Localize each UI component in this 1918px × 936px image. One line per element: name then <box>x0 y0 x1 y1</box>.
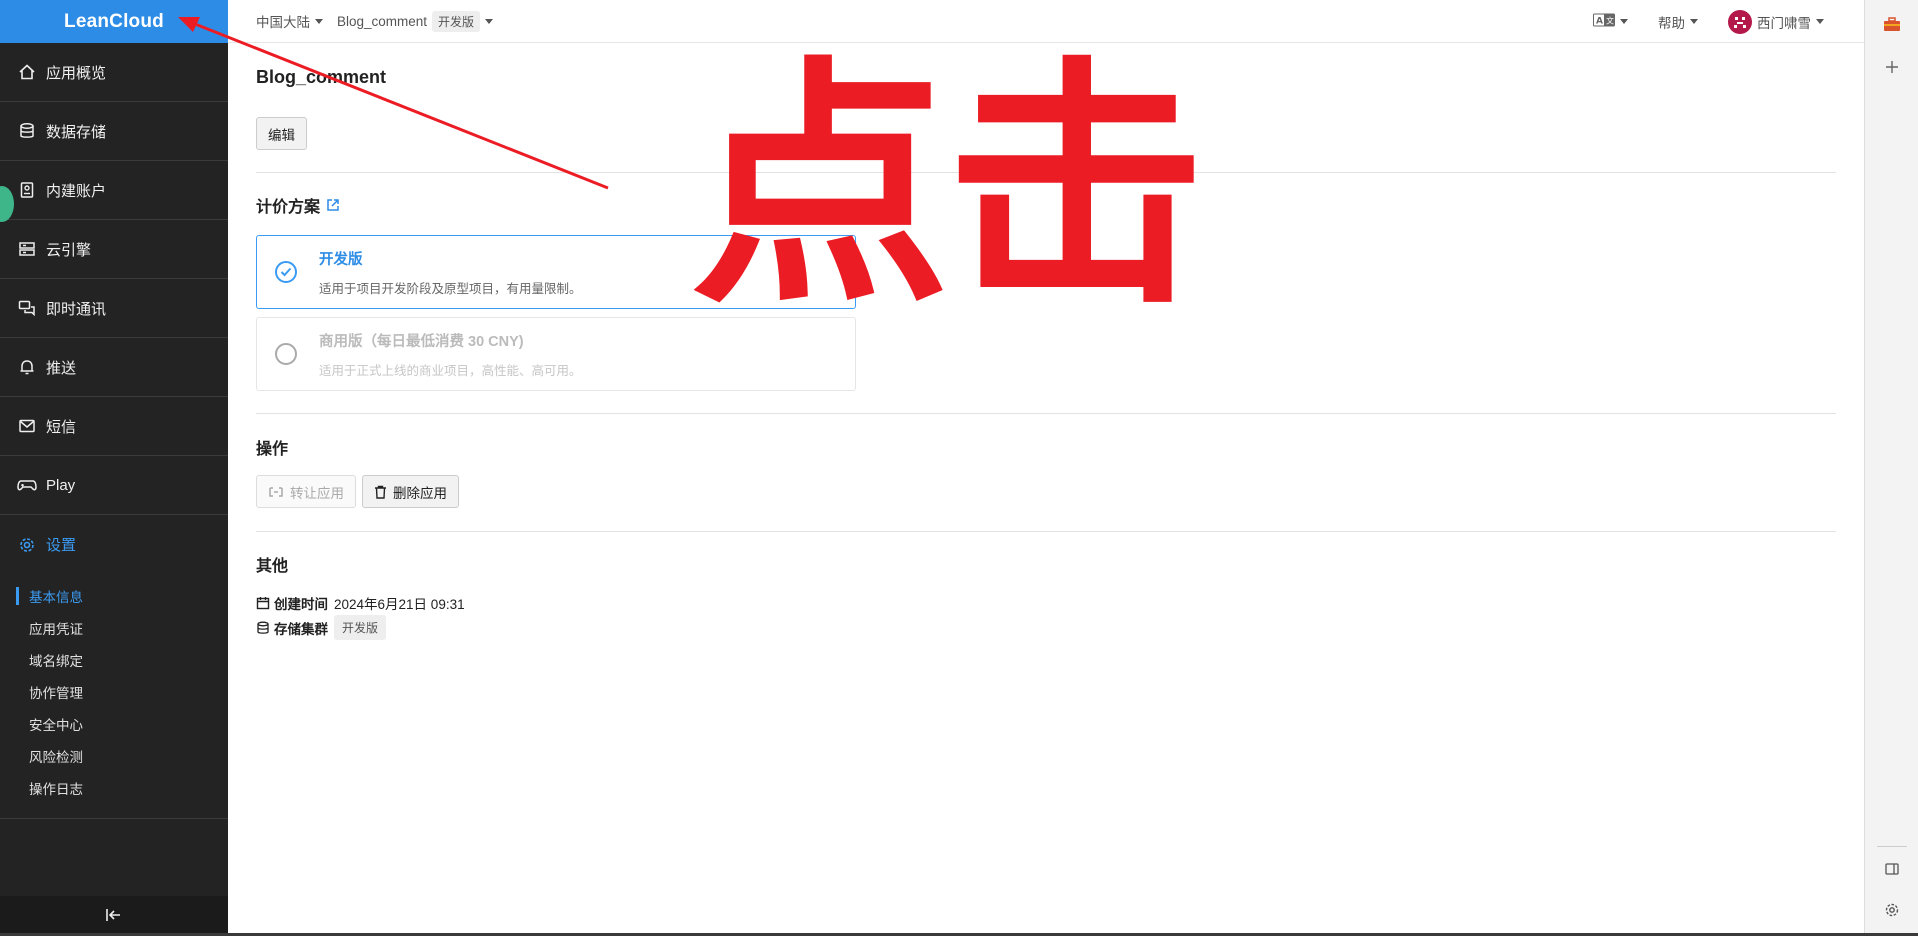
radio-icon <box>275 343 297 365</box>
collapse-sidebar-button[interactable] <box>0 896 228 936</box>
user-name: 西门啸雪 <box>1757 15 1811 31</box>
svg-text:文: 文 <box>1606 16 1614 26</box>
submenu-item-operation-log[interactable]: 操作日志 <box>0 772 228 804</box>
delete-app-button[interactable]: 删除应用 <box>362 475 459 508</box>
sidebar-item-label: 推送 <box>46 359 77 377</box>
sidebar-item-label: 应用概览 <box>46 64 107 82</box>
chevron-down-icon <box>485 18 494 24</box>
sidebar-item-label: Play <box>46 476 76 494</box>
sidebar-item-data-storage[interactable]: 数据存储 <box>0 102 228 161</box>
plan-tag: 开发版 <box>432 10 481 32</box>
app-name: Blog_comment <box>337 13 428 29</box>
pricing-section-title: 计价方案 <box>256 193 340 217</box>
chat-icon <box>16 297 38 319</box>
sidebar-item-label: 即时通讯 <box>46 300 107 318</box>
plan-description: 适用于正式上线的商业项目，高性能、高可用。 <box>319 363 582 378</box>
sidebar-item-messaging[interactable]: 即时通讯 <box>0 279 228 338</box>
sidebar-item-label: 设置 <box>46 537 77 554</box>
language-selector[interactable]: A文 <box>1593 13 1628 30</box>
chevron-down-icon <box>1620 19 1628 24</box>
sidebar: LeanCloud 应用概览 数据存储 内建账户 云引擎 即时通讯 推送 短信 … <box>0 0 228 936</box>
cluster-value-badge: 开发版 <box>334 615 387 640</box>
svg-text:A: A <box>1596 17 1603 27</box>
check-icon <box>275 261 297 283</box>
settings-submenu: 基本信息 应用凭证 域名绑定 协作管理 安全中心 风险检测 操作日志 <box>0 574 228 819</box>
chevron-down-icon <box>1690 19 1698 24</box>
chevron-down-icon <box>315 18 323 24</box>
submenu-item-domain-binding[interactable]: 域名绑定 <box>0 644 228 676</box>
cluster-label: 存储集群 <box>274 621 328 637</box>
help-label: 帮助 <box>1658 15 1685 31</box>
database-icon <box>16 120 38 142</box>
transfer-app-button[interactable]: 转让应用 <box>256 475 356 508</box>
sidebar-item-label: 内建账户 <box>46 182 107 200</box>
bell-icon <box>16 356 38 378</box>
region-label: 中国大陆 <box>256 15 310 30</box>
created-value: 2024年6月21日 09:31 <box>334 597 465 612</box>
server-icon <box>16 238 38 260</box>
rail-divider <box>1877 846 1907 847</box>
right-rail <box>1864 0 1918 936</box>
transfer-icon <box>268 485 284 499</box>
edit-button[interactable]: 编辑 <box>256 117 307 150</box>
sidebar-item-cloud-engine[interactable]: 云引擎 <box>0 220 228 279</box>
submenu-item-app-keys[interactable]: 应用凭证 <box>0 612 228 644</box>
plan-name: 商用版（每日最低消费 30 CNY) <box>319 333 524 350</box>
annotation-text: 点击 <box>690 37 1206 339</box>
calendar-icon <box>256 596 270 610</box>
logo[interactable]: LeanCloud <box>0 0 228 43</box>
storage-cluster-row: 存储集群 开发版 <box>256 615 387 640</box>
transfer-label: 转让应用 <box>290 485 344 501</box>
home-icon <box>16 61 38 83</box>
gear-icon <box>16 534 38 556</box>
sidebar-item-push[interactable]: 推送 <box>0 338 228 397</box>
external-link-icon[interactable] <box>326 198 340 212</box>
sidebar-item-label: 短信 <box>46 418 77 436</box>
ops-section-title: 操作 <box>256 441 289 458</box>
database-icon <box>256 621 270 635</box>
sidebar-toggle-icon[interactable] <box>1865 862 1918 876</box>
page-title: Blog_comment <box>256 67 387 87</box>
submenu-item-security[interactable]: 安全中心 <box>0 708 228 740</box>
sidebar-item-settings[interactable]: 设置 <box>0 515 228 574</box>
plan-description: 适用于项目开发阶段及原型项目，有用量限制。 <box>319 281 582 296</box>
submenu-item-collaboration[interactable]: 协作管理 <box>0 676 228 708</box>
sidebar-item-accounts[interactable]: 内建账户 <box>0 161 228 220</box>
submenu-item-risk-detection[interactable]: 风险检测 <box>0 740 228 772</box>
avatar <box>1728 9 1752 34</box>
mail-icon <box>16 415 38 437</box>
pricing-title: 计价方案 <box>256 199 321 216</box>
chevron-down-icon <box>1816 19 1824 24</box>
sidebar-item-overview[interactable]: 应用概览 <box>0 43 228 102</box>
settings-icon[interactable] <box>1865 902 1918 918</box>
delete-label: 删除应用 <box>393 485 447 501</box>
app-selector[interactable]: Blog_comment 开发版 <box>337 10 494 32</box>
translate-icon: A文 <box>1593 13 1615 30</box>
plan-name: 开发版 <box>319 251 363 268</box>
toolbox-icon[interactable] <box>1865 16 1918 32</box>
submenu-item-basic-info[interactable]: 基本信息 <box>0 580 228 612</box>
collapse-icon <box>105 908 123 925</box>
created-time-row: 创建时间 2024年6月21日 09:31 <box>256 593 465 613</box>
topbar-right: A文 帮助 西门啸雪 <box>1593 0 1838 43</box>
other-section-title: 其他 <box>256 558 289 575</box>
sidebar-item-sms[interactable]: 短信 <box>0 397 228 456</box>
region-selector[interactable]: 中国大陆 <box>256 11 323 31</box>
add-icon[interactable] <box>1865 60 1918 74</box>
divider <box>256 413 1836 414</box>
sidebar-item-label: 云引擎 <box>46 241 92 259</box>
help-menu[interactable]: 帮助 <box>1658 12 1698 32</box>
sidebar-item-play[interactable]: Play <box>0 456 228 515</box>
created-label: 创建时间 <box>274 597 328 612</box>
user-menu[interactable]: 西门啸雪 <box>1728 9 1824 34</box>
account-icon <box>16 179 38 201</box>
trash-icon <box>374 485 387 499</box>
gamepad-icon <box>16 474 38 496</box>
divider <box>256 531 1836 532</box>
sidebar-item-label: 数据存储 <box>46 123 107 141</box>
ops-buttons: 转让应用 删除应用 <box>256 475 459 508</box>
